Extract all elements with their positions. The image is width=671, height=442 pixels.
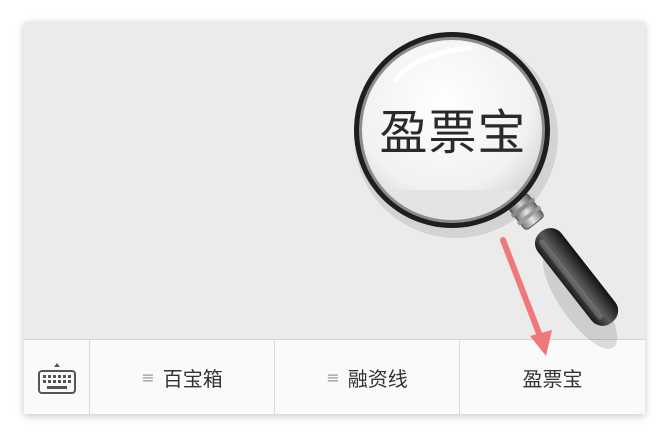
- bottom-menu-bar: ≡ 百宝箱 ≡ 融资线 盈票宝: [24, 339, 645, 414]
- chat-screen: ≡ 百宝箱 ≡ 融资线 盈票宝: [24, 22, 645, 414]
- menu-lines-icon: ≡: [326, 368, 340, 387]
- content-area: [24, 22, 645, 339]
- keyboard-icon: [37, 362, 76, 394]
- menu-item-label: 盈票宝: [522, 367, 583, 391]
- magnified-text: 盈票宝: [379, 105, 527, 161]
- menu-item-yingpiaobao[interactable]: 盈票宝: [460, 340, 645, 414]
- menu-lines-icon: ≡: [141, 368, 155, 387]
- menu-item-rongzixian[interactable]: ≡ 融资线: [275, 340, 460, 414]
- keyboard-toggle-button[interactable]: [24, 340, 90, 414]
- menu-item-baibaoxiang[interactable]: ≡ 百宝箱: [90, 340, 275, 414]
- menu-item-label: 融资线: [347, 367, 408, 391]
- menu-item-label: 百宝箱: [162, 367, 223, 391]
